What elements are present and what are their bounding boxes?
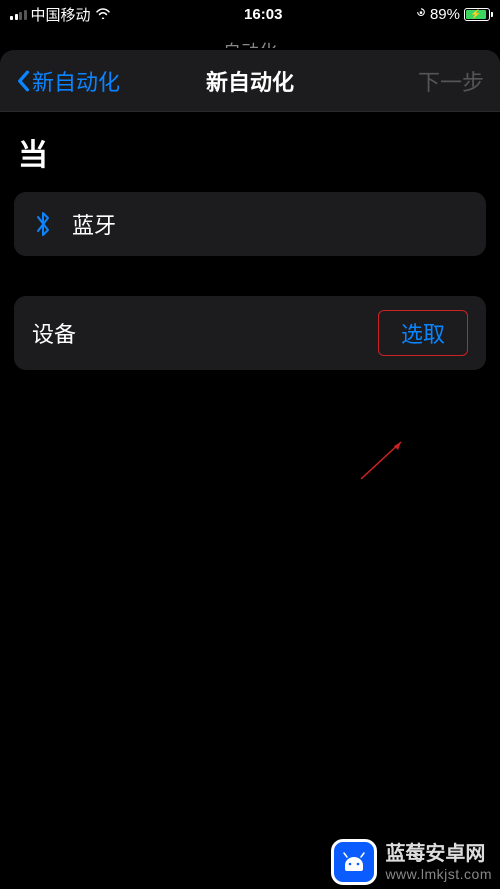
annotation-arrow (356, 434, 416, 484)
status-time: 16:03 (244, 6, 282, 23)
modal-sheet: 新自动化 新自动化 下一步 当 蓝牙 设备 选取 (0, 50, 500, 889)
content-area: 当 蓝牙 设备 选取 (0, 112, 500, 889)
carrier-label: 中国移动 (31, 4, 91, 25)
bluetooth-cell[interactable]: 蓝牙 (14, 192, 486, 256)
when-heading: 当 (18, 130, 486, 174)
watermark-title: 蓝莓安卓网 (385, 842, 485, 866)
battery-percent: 89% (430, 6, 460, 23)
watermark-logo-icon (331, 839, 377, 885)
background-page-title: 自动化 (0, 28, 500, 48)
watermark-url: www.lmkjst.com (385, 866, 492, 883)
back-button[interactable]: 新自动化 (16, 65, 120, 97)
device-cell: 设备 选取 (14, 296, 486, 370)
signal-icon (10, 8, 27, 20)
status-right: 89% ⚡ (416, 6, 490, 23)
watermark: 蓝莓安卓网 www.lmkjst.com (331, 839, 492, 885)
device-label: 设备 (32, 317, 76, 349)
nav-bar: 新自动化 新自动化 下一步 (0, 50, 500, 112)
status-bar: 中国移动 16:03 89% ⚡ (0, 0, 500, 28)
bluetooth-label: 蓝牙 (72, 208, 116, 240)
back-label: 新自动化 (32, 65, 120, 97)
battery-icon: ⚡ (464, 8, 490, 21)
wifi-icon (95, 6, 111, 23)
bluetooth-icon (32, 210, 54, 238)
select-button[interactable]: 选取 (378, 310, 468, 356)
status-left: 中国移动 (10, 4, 111, 25)
orientation-lock-icon (416, 6, 426, 23)
next-button[interactable]: 下一步 (418, 65, 484, 97)
